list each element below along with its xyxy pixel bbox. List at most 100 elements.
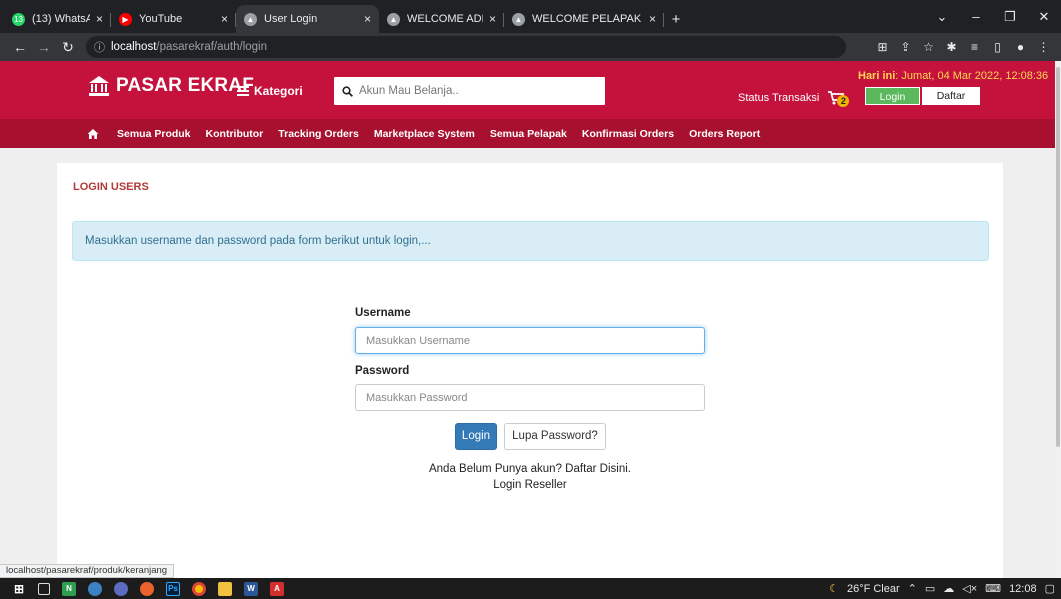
window-controls: ⌄ – ❐ ✕	[925, 0, 1061, 33]
profile-avatar-icon[interactable]: ●	[1009, 40, 1032, 54]
volume-icon[interactable]: ◁×	[962, 582, 977, 595]
share-icon[interactable]: ⇪	[894, 40, 917, 54]
status-transaksi[interactable]: Status Transaksi 2	[738, 90, 850, 107]
menu-kebab-icon[interactable]: ⋮	[1032, 40, 1055, 54]
task-view-icon[interactable]	[38, 582, 50, 595]
header-daftar-button[interactable]: Daftar	[922, 87, 980, 105]
login-card: LOGIN USERS Masukkan username dan passwo…	[57, 163, 1003, 578]
windows-start-icon[interactable]: ⊞	[12, 581, 26, 596]
scrollbar-thumb[interactable]	[1056, 67, 1060, 447]
browser-tab[interactable]: ▲ WELCOME PELAPAK ×	[504, 5, 664, 33]
login-title: LOGIN USERS	[73, 181, 149, 193]
app-chat-icon[interactable]	[114, 581, 128, 596]
forward-icon[interactable]: →	[32, 39, 56, 55]
register-link[interactable]: Daftar Disini.	[565, 463, 631, 475]
site-info-icon[interactable]: ⓘ	[94, 39, 105, 55]
clock-time[interactable]: 12:08	[1009, 583, 1037, 595]
site-logo-icon: ▲	[244, 12, 257, 26]
list-icon	[237, 84, 249, 98]
notifications-icon[interactable]: ▢	[1045, 582, 1055, 595]
url-host: localhost	[111, 41, 157, 53]
tray-chevron-icon[interactable]: ⌃	[908, 582, 917, 595]
browser-toolbar: ← → ↻ ⓘ localhost/pasarekraf/auth/login …	[0, 33, 1061, 61]
sidebar-icon[interactable]: ▯	[986, 40, 1009, 54]
app-globe-icon[interactable]	[88, 581, 102, 596]
nav-tracking-orders[interactable]: Tracking Orders	[278, 128, 359, 140]
username-label: Username	[355, 307, 411, 319]
forgot-password-button[interactable]: Lupa Password?	[504, 423, 606, 450]
nav-konfirmasi-orders[interactable]: Konfirmasi Orders	[582, 128, 674, 140]
reload-icon[interactable]: ↻	[56, 39, 80, 56]
main-nav: Semua Produk Kontributor Tracking Orders…	[0, 119, 1055, 148]
browser-tab-title: WELCOME PELAPAK	[532, 13, 642, 25]
whatsapp-icon: 13	[12, 12, 25, 26]
password-label: Password	[355, 365, 410, 377]
site-logo-icon: ▲	[512, 12, 525, 26]
logo-text: PASAR EKRAF	[116, 75, 255, 96]
site-logo[interactable]: PASAR EKRAF	[88, 75, 254, 97]
url-path: /pasarekraf/auth/login	[156, 41, 267, 53]
weather-moon-icon: ☾	[829, 583, 839, 595]
onedrive-icon[interactable]: ☁	[943, 582, 954, 595]
browser-tab[interactable]: ▲ User Login ×	[236, 5, 379, 33]
back-icon[interactable]: ←	[8, 39, 32, 55]
keyboard-icon[interactable]: ⌨	[985, 582, 1001, 595]
nav-marketplace-system[interactable]: Marketplace System	[374, 128, 475, 140]
close-tab-icon[interactable]: ×	[221, 12, 228, 26]
address-bar[interactable]: ⓘ localhost/pasarekraf/auth/login	[86, 36, 846, 58]
restore-icon[interactable]: ❐	[993, 9, 1027, 25]
header-login-button[interactable]: Login	[865, 87, 920, 105]
close-tab-icon[interactable]: ×	[649, 12, 656, 26]
browser-tab-title: WELCOME ADMINISTRATOR	[407, 13, 483, 25]
username-input[interactable]	[355, 327, 705, 354]
browser-tab[interactable]: ▲ WELCOME ADMINISTRATOR ×	[379, 5, 504, 33]
cart-icon[interactable]: 2	[827, 90, 850, 107]
search-bar[interactable]	[334, 77, 605, 105]
system-tray: ☾ 26°F Clear ⌃ ▭ ☁ ◁× ⌨ 12:08 ▢	[821, 582, 1061, 596]
search-input[interactable]	[359, 85, 579, 97]
photoshop-icon[interactable]: Ps	[166, 581, 180, 596]
browser-tab-title: YouTube	[139, 13, 183, 25]
link-status-bubble: localhost/pasarekraf/produk/keranjang	[0, 564, 175, 578]
weather-text[interactable]: 26°F Clear	[847, 583, 900, 595]
close-tab-icon[interactable]: ×	[96, 12, 103, 26]
nav-orders-report[interactable]: Orders Report	[689, 128, 760, 140]
home-icon[interactable]	[87, 128, 99, 140]
close-tab-icon[interactable]: ×	[364, 12, 371, 26]
register-prompt-text: Anda Belum Punya akun?	[428, 463, 562, 475]
hari-ini-label: Hari ini	[858, 70, 896, 82]
password-input[interactable]	[355, 384, 705, 411]
pdf-reader-icon[interactable]: A	[270, 581, 284, 596]
translate-icon[interactable]: ⊞	[871, 40, 894, 54]
reseller-login-link[interactable]: Login Reseller	[493, 479, 567, 491]
firefox-icon[interactable]	[140, 581, 154, 596]
kategori-menu[interactable]: Kategori	[237, 84, 303, 98]
minimize-icon[interactable]: –	[959, 9, 993, 24]
login-button[interactable]: Login	[455, 423, 497, 450]
file-explorer-icon[interactable]	[218, 581, 232, 596]
site-header: PASAR EKRAF Kategori Hari ini: Jumat, 04…	[0, 61, 1055, 119]
word-icon[interactable]: W	[244, 581, 258, 596]
chrome-icon[interactable]	[192, 581, 206, 596]
tab-search-icon[interactable]: ⌄	[925, 9, 959, 25]
bookmark-star-icon[interactable]: ☆	[917, 40, 940, 54]
new-tab-button[interactable]: +	[664, 5, 688, 33]
browser-tab[interactable]: ▶ YouTube ×	[111, 5, 236, 33]
network-icon[interactable]: ▭	[925, 582, 935, 595]
cart-count-badge: 2	[837, 95, 850, 107]
register-prompt: Anda Belum Punya akun? Daftar Disini.	[57, 463, 1003, 475]
page-scrollbar[interactable]	[1055, 61, 1061, 578]
reading-list-icon[interactable]: ≡	[963, 40, 986, 54]
search-icon	[342, 85, 353, 97]
youtube-icon: ▶	[119, 12, 132, 26]
nav-kontributor[interactable]: Kontributor	[206, 128, 264, 140]
close-window-icon[interactable]: ✕	[1027, 9, 1061, 25]
browser-tab[interactable]: 13 (13) WhatsApp ×	[4, 5, 111, 33]
info-alert: Masukkan username dan password pada form…	[72, 221, 989, 261]
extensions-icon[interactable]: ✱	[940, 40, 963, 54]
date-time-display: Hari ini: Jumat, 04 Mar 2022, 12:08:36	[858, 70, 1048, 82]
close-tab-icon[interactable]: ×	[489, 12, 496, 26]
nav-semua-pelapak[interactable]: Semua Pelapak	[490, 128, 567, 140]
nav-semua-produk[interactable]: Semua Produk	[117, 128, 191, 140]
app-n-icon[interactable]: N	[62, 581, 76, 596]
